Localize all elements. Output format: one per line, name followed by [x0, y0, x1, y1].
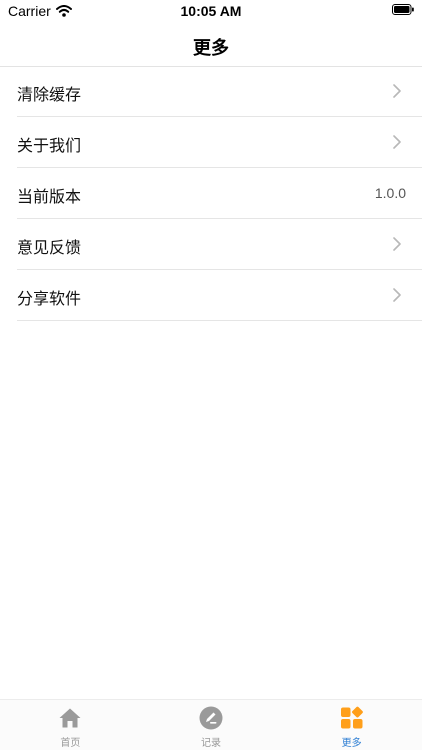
chevron-right-icon	[393, 237, 401, 251]
tab-label: 更多	[341, 738, 362, 749]
page-title: 更多	[193, 38, 229, 59]
grid-icon	[340, 706, 363, 729]
tab-bar: 首页 记录 更多	[0, 699, 422, 750]
menu-item-feedback[interactable]: 意见反馈	[17, 219, 422, 270]
tab-home[interactable]: 首页	[0, 700, 141, 750]
navigation-bar: 更多	[0, 24, 422, 67]
menu-item-label: 分享软件	[17, 289, 82, 308]
tab-records[interactable]: 记录	[141, 700, 282, 750]
battery-icon	[392, 4, 414, 15]
menu-item-share-app[interactable]: 分享软件	[17, 270, 422, 321]
settings-menu-list: 清除缓存 关于我们 当前版本 1.0.0 意见反馈 分享软件	[0, 66, 422, 321]
chevron-right-icon	[393, 288, 401, 302]
menu-item-label: 关于我们	[17, 136, 82, 155]
tab-label: 记录	[201, 738, 221, 749]
menu-item-label: 当前版本	[17, 187, 82, 206]
tab-label: 首页	[60, 738, 81, 749]
menu-item-about-us[interactable]: 关于我们	[17, 117, 422, 168]
tab-more[interactable]: 更多	[281, 700, 422, 750]
version-value: 1.0.0	[374, 185, 406, 201]
pencil-circle-icon	[199, 706, 223, 730]
chevron-right-icon	[393, 84, 401, 98]
menu-item-label: 意见反馈	[17, 238, 82, 257]
menu-item-clear-cache[interactable]: 清除缓存	[17, 66, 422, 117]
status-time: 10:05 AM	[180, 3, 242, 19]
home-icon	[59, 708, 81, 728]
menu-item-current-version: 当前版本 1.0.0	[17, 168, 422, 219]
menu-item-label: 清除缓存	[17, 85, 82, 104]
status-bar: Carrier 10:05 AM	[0, 0, 422, 24]
chevron-right-icon	[393, 135, 401, 149]
